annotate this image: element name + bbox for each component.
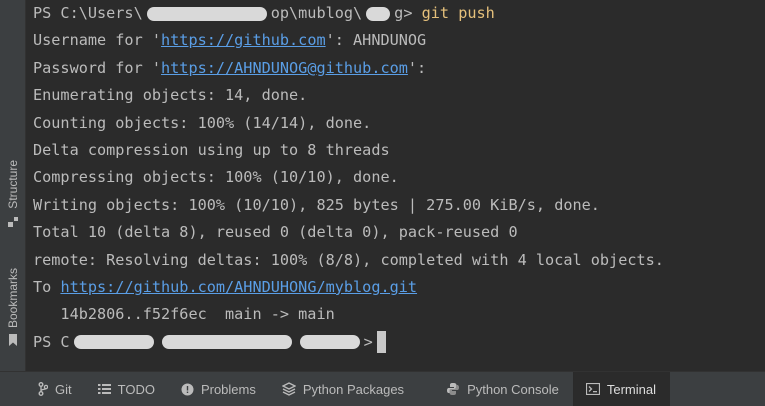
to-prefix: To	[33, 277, 61, 296]
terminal-line-refs: 14b2806..f52f6ec main -> main	[33, 305, 335, 324]
username-value: ': AHNDUNOG	[325, 31, 427, 50]
password-suffix: ':	[407, 58, 427, 77]
terminal-cursor	[376, 331, 386, 354]
prompt2-suffix: >	[363, 332, 373, 351]
tab-terminal-label: Terminal	[606, 381, 656, 397]
left-tool-strip: Structure Bookmarks	[0, 0, 26, 372]
tab-terminal[interactable]: Terminal	[572, 372, 670, 406]
terminal-line-to: To https://github.com/AHNDUHONG/myblog.g…	[33, 274, 765, 301]
username-prefix: Username for '	[33, 31, 162, 50]
problems-icon	[181, 383, 194, 396]
side-tab-structure[interactable]: Structure	[0, 160, 25, 232]
redaction-scribble	[366, 6, 391, 21]
tab-python-packages[interactable]: Python Packages	[270, 372, 418, 406]
tab-git[interactable]: Git	[0, 372, 86, 406]
github-user-link[interactable]: https://AHNDUNOG@github.com	[161, 59, 408, 77]
terminal-line-total: Total 10 (delta 8), reused 0 (delta 0), …	[33, 223, 518, 242]
terminal-line-prompt-command: PS C:\Users\ op\mublog\ g> git push	[33, 0, 765, 27]
structure-icon	[7, 213, 19, 232]
terminal-line-remote: remote: Resolving deltas: 100% (8/8), co…	[33, 250, 664, 269]
packages-icon	[281, 382, 296, 396]
terminal-line-prompt: PS C >	[33, 329, 765, 356]
prompt-suffix: g>	[394, 4, 413, 22]
prompt2-prefix: PS C	[33, 332, 70, 351]
prompt-mid: op\mublog\	[270, 4, 363, 22]
tab-python-console-label: Python Console	[467, 381, 559, 397]
repo-link[interactable]: https://github.com/AHNDUHONG/myblog.git	[60, 278, 417, 296]
tab-python-console[interactable]: Python Console	[418, 372, 573, 406]
prompt-prefix: PS C:\Users\	[33, 4, 143, 22]
terminal-line-enumerating: Enumerating objects: 14, done.	[33, 86, 308, 105]
terminal-output[interactable]: PS C:\Users\ op\mublog\ g> git push Userna…	[33, 0, 765, 372]
redaction-scribble	[146, 6, 267, 21]
terminal-line-delta: Delta compression using up to 8 threads	[33, 140, 390, 159]
terminal-icon	[585, 383, 600, 395]
tab-problems-label: Problems	[200, 381, 256, 397]
git-command: git push	[421, 4, 495, 22]
terminal-line-writing: Writing objects: 100% (10/10), 825 bytes…	[33, 195, 600, 214]
github-link[interactable]: https://github.com	[161, 31, 326, 49]
redaction-scribble	[161, 335, 292, 350]
todo-list-icon	[97, 383, 111, 395]
tab-todo-label: TODO	[117, 381, 155, 397]
python-icon	[446, 382, 460, 396]
terminal-line-counting: Counting objects: 100% (14/14), done.	[33, 113, 372, 132]
password-prefix: Password for '	[33, 58, 162, 77]
redaction-scribble	[299, 335, 360, 350]
tab-problems[interactable]: Problems	[169, 372, 270, 406]
side-tab-bookmarks-label: Bookmarks	[5, 268, 20, 329]
side-tab-bookmarks[interactable]: Bookmarks	[0, 268, 25, 351]
tab-python-packages-label: Python Packages	[302, 381, 405, 397]
tab-todo[interactable]: TODO	[86, 372, 169, 406]
terminal-line-password: Password for 'https://AHNDUNOG@github.co…	[33, 55, 765, 82]
redaction-scribble	[73, 335, 154, 350]
bottom-tool-bar: Git TODO Problems Python Packages Python…	[0, 371, 765, 406]
side-tab-structure-label: Structure	[5, 160, 20, 209]
tab-git-label: Git	[55, 381, 72, 397]
terminal-line-username: Username for 'https://github.com': AHNDU…	[33, 27, 765, 54]
git-branch-icon	[38, 382, 48, 396]
terminal-line-compressing: Compressing objects: 100% (10/10), done.	[33, 168, 399, 187]
bookmark-icon	[7, 332, 19, 351]
